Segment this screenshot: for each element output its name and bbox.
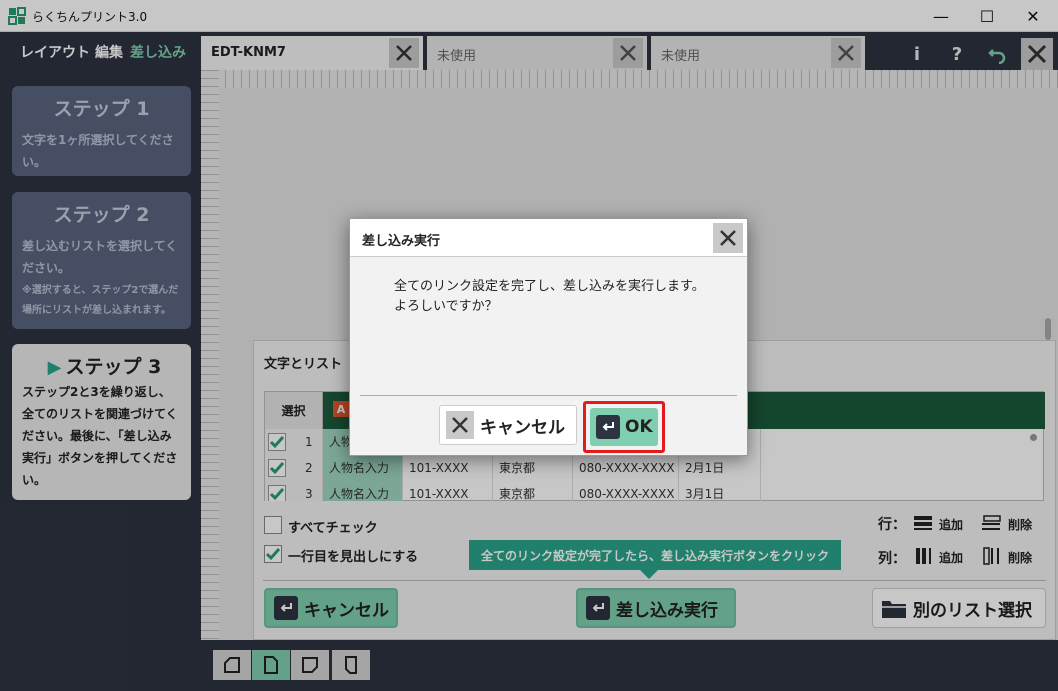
enter-icon	[596, 415, 620, 439]
ok-highlight-ring: OK	[583, 401, 665, 453]
close-icon	[720, 230, 736, 246]
merge-confirm-dialog: 差し込み実行 全てのリンク設定を完了し、差し込みを実行します。よろしいですか？ …	[349, 218, 748, 456]
dialog-ok-button[interactable]: OK	[590, 408, 658, 446]
dialog-ok-label: OK	[625, 417, 653, 437]
dialog-close-button[interactable]	[713, 223, 743, 253]
dialog-message: 全てのリンク設定を完了し、差し込みを実行します。よろしいですか？	[394, 279, 705, 314]
dialog-header: 差し込み実行	[350, 219, 747, 257]
dialog-cancel-label: キャンセル	[480, 417, 565, 438]
dialog-cancel-button[interactable]: キャンセル	[439, 405, 577, 445]
close-icon	[446, 411, 474, 439]
dialog-separator	[360, 395, 737, 396]
dialog-title: 差し込み実行	[362, 234, 441, 249]
